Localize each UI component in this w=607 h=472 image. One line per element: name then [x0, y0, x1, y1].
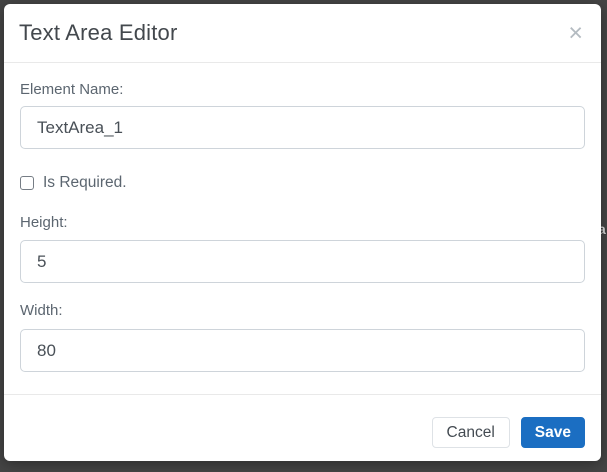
modal-body: Element Name: Is Required. Height: Width… — [4, 63, 601, 394]
save-button[interactable]: Save — [521, 417, 585, 448]
height-input[interactable] — [20, 240, 585, 283]
element-name-input[interactable] — [20, 106, 585, 149]
screen: a Text Area Editor × Element Name: Is Re… — [0, 0, 607, 472]
text-area-editor-modal: Text Area Editor × Element Name: Is Requ… — [4, 4, 601, 461]
width-input[interactable] — [20, 329, 585, 372]
is-required-row[interactable]: Is Required. — [20, 175, 585, 191]
modal-title: Text Area Editor — [19, 20, 178, 46]
height-label: Height: — [20, 215, 585, 230]
modal-header: Text Area Editor × — [4, 4, 601, 63]
element-name-label: Element Name: — [20, 82, 585, 97]
is-required-checkbox[interactable] — [20, 176, 34, 190]
width-label: Width: — [20, 303, 585, 318]
is-required-label: Is Required. — [43, 174, 127, 192]
modal-footer: Cancel Save — [4, 394, 601, 461]
close-icon[interactable]: × — [566, 21, 585, 46]
cancel-button[interactable]: Cancel — [432, 417, 510, 448]
